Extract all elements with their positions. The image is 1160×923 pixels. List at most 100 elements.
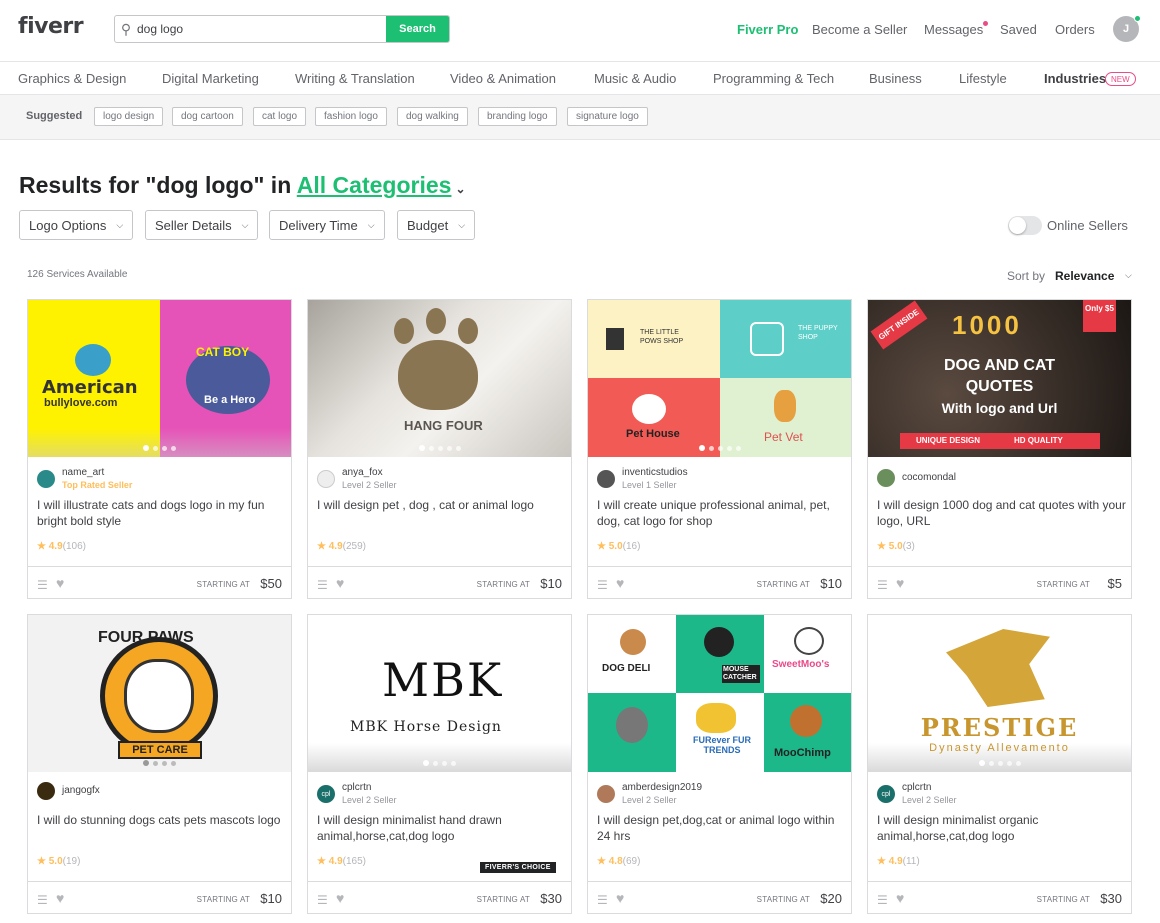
seller-info[interactable]: amberdesign2019 Level 2 Seller (597, 782, 702, 806)
gig-card[interactable]: MBK MBK Horse Design cpl cplcrtn Level 2 … (307, 614, 572, 914)
gig-card[interactable]: 1000 DOG AND CAT QUOTES With logo and Ur… (867, 299, 1132, 599)
heart-icon[interactable]: ♥ (896, 890, 904, 906)
heart-icon[interactable]: ♥ (896, 575, 904, 591)
suggested-chip[interactable]: fashion logo (315, 107, 387, 126)
carousel-dots[interactable] (308, 760, 571, 766)
carousel-dots[interactable] (588, 445, 851, 451)
category-programming[interactable]: Programming & Tech (713, 71, 834, 86)
online-sellers-toggle[interactable] (1008, 216, 1042, 235)
menu-icon[interactable]: ☰ (597, 578, 608, 592)
seller-info[interactable]: cpl cplcrtn Level 2 Seller (317, 782, 397, 806)
gig-image[interactable]: THE LITTLE POWS SHOP THE PUPPY SHOP Pet … (588, 300, 851, 457)
user-avatar[interactable]: J (1113, 15, 1141, 42)
carousel-dots[interactable] (588, 760, 851, 766)
suggested-chip[interactable]: signature logo (567, 107, 648, 126)
saved-link[interactable]: Saved (1000, 22, 1037, 37)
search-button[interactable]: Search (386, 16, 449, 42)
seller-info[interactable]: anya_fox Level 2 Seller (317, 467, 397, 491)
seller-name[interactable]: jangogfx (62, 785, 100, 797)
heart-icon[interactable]: ♥ (56, 575, 64, 591)
gig-image[interactable]: FOUR PAWS PET CARE (28, 615, 291, 772)
menu-icon[interactable]: ☰ (597, 893, 608, 907)
seller-name[interactable]: inventicstudios (622, 467, 688, 479)
online-sellers-label: Online Sellers (1047, 218, 1128, 233)
category-music[interactable]: Music & Audio (594, 71, 676, 86)
seller-info[interactable]: cocomondal (877, 469, 956, 487)
gig-image[interactable]: PRESTIGE Dynasty Allevamento (868, 615, 1131, 772)
gig-image[interactable]: HANG FOUR (308, 300, 571, 457)
gig-title[interactable]: I will design minimalist hand drawn anim… (317, 812, 567, 844)
seller-avatar (37, 782, 55, 800)
category-business[interactable]: Business (869, 71, 922, 86)
carousel-dots[interactable] (28, 760, 291, 766)
gig-image[interactable]: American bullylove.com CAT BOY Be a Hero (28, 300, 291, 457)
gig-title[interactable]: I will design 1000 dog and cat quotes wi… (877, 497, 1127, 529)
fiverr-logo[interactable]: fiverr (18, 14, 84, 39)
sort-dropdown[interactable]: Relevance (1055, 269, 1114, 283)
carousel-dots[interactable] (868, 760, 1131, 766)
filter-delivery-time[interactable]: Delivery Time ⌵ (269, 210, 385, 240)
chevron-down-icon[interactable]: ⌵ (1125, 270, 1132, 281)
seller-name[interactable]: cplcrtn (902, 782, 957, 794)
suggested-chip[interactable]: dog walking (397, 107, 468, 126)
carousel-dots[interactable] (28, 445, 291, 451)
gig-card[interactable]: PRESTIGE Dynasty Allevamento cpl cplcrtn… (867, 614, 1132, 914)
fiverr-pro-link[interactable]: Fiverr Pro (737, 22, 798, 37)
heart-icon[interactable]: ♥ (336, 890, 344, 906)
gig-image[interactable]: DOG DELI MOUSE CATCHER SweetMoo's FUReve… (588, 615, 851, 772)
heart-icon[interactable]: ♥ (56, 890, 64, 906)
heart-icon[interactable]: ♥ (336, 575, 344, 591)
seller-name[interactable]: cplcrtn (342, 782, 397, 794)
seller-name[interactable]: anya_fox (342, 467, 397, 479)
filter-seller-details[interactable]: Seller Details ⌵ (145, 210, 259, 240)
suggested-chip[interactable]: branding logo (478, 107, 557, 126)
menu-icon[interactable]: ☰ (877, 578, 888, 592)
become-seller-link[interactable]: Become a Seller (812, 22, 907, 37)
filter-logo-options[interactable]: Logo Options ⌵ (19, 210, 134, 240)
seller-info[interactable]: jangogfx (37, 782, 100, 800)
filter-budget[interactable]: Budget ⌵ (397, 210, 476, 240)
gig-card[interactable]: DOG DELI MOUSE CATCHER SweetMoo's FUReve… (587, 614, 852, 914)
gig-title[interactable]: I will do stunning dogs cats pets mascot… (37, 812, 287, 828)
category-writing[interactable]: Writing & Translation (295, 71, 415, 86)
search-input[interactable] (137, 16, 386, 42)
orders-link[interactable]: Orders (1055, 22, 1095, 37)
seller-info[interactable]: inventicstudios Level 1 Seller (597, 467, 688, 491)
gig-card[interactable]: HANG FOUR anya_fox Level 2 Seller I will … (307, 299, 572, 599)
gig-image[interactable]: 1000 DOG AND CAT QUOTES With logo and Ur… (868, 300, 1131, 457)
heart-icon[interactable]: ♥ (616, 575, 624, 591)
category-lifestyle[interactable]: Lifestyle (959, 71, 1007, 86)
chevron-down-icon[interactable]: ⌄ (455, 182, 465, 196)
image-caption: DOG DELI (602, 663, 651, 674)
messages-link[interactable]: Messages (924, 22, 983, 37)
gig-title[interactable]: I will create unique professional animal… (597, 497, 847, 529)
gig-title[interactable]: I will illustrate cats and dogs logo in … (37, 497, 287, 529)
seller-name[interactable]: cocomondal (902, 472, 956, 484)
category-graphics[interactable]: Graphics & Design (18, 71, 126, 86)
gig-card[interactable]: American bullylove.com CAT BOY Be a Hero… (27, 299, 292, 599)
gig-title[interactable]: I will design minimalist organic animal,… (877, 812, 1127, 844)
seller-info[interactable]: cpl cplcrtn Level 2 Seller (877, 782, 957, 806)
gig-image[interactable]: MBK MBK Horse Design (308, 615, 571, 772)
gig-card[interactable]: FOUR PAWS PET CARE jangogfx I will do st… (27, 614, 292, 914)
gig-title[interactable]: I will design pet,dog,cat or animal logo… (597, 812, 847, 844)
category-industries[interactable]: Industries (1044, 71, 1106, 86)
suggested-chip[interactable]: dog cartoon (172, 107, 243, 126)
category-video[interactable]: Video & Animation (450, 71, 556, 86)
seller-info[interactable]: name_art Top Rated Seller (37, 467, 132, 491)
category-dropdown[interactable]: All Categories (297, 172, 452, 198)
gig-card[interactable]: THE LITTLE POWS SHOP THE PUPPY SHOP Pet … (587, 299, 852, 599)
carousel-dots[interactable] (308, 445, 571, 451)
suggested-chip[interactable]: cat logo (253, 107, 307, 126)
heart-icon[interactable]: ♥ (616, 890, 624, 906)
menu-icon[interactable]: ☰ (877, 893, 888, 907)
menu-icon[interactable]: ☰ (317, 578, 328, 592)
menu-icon[interactable]: ☰ (37, 578, 48, 592)
seller-name[interactable]: name_art (62, 467, 132, 479)
suggested-chip[interactable]: logo design (94, 107, 164, 126)
menu-icon[interactable]: ☰ (37, 893, 48, 907)
menu-icon[interactable]: ☰ (317, 893, 328, 907)
gig-title[interactable]: I will design pet , dog , cat or animal … (317, 497, 567, 513)
category-digital-marketing[interactable]: Digital Marketing (162, 71, 259, 86)
seller-name[interactable]: amberdesign2019 (622, 782, 702, 794)
